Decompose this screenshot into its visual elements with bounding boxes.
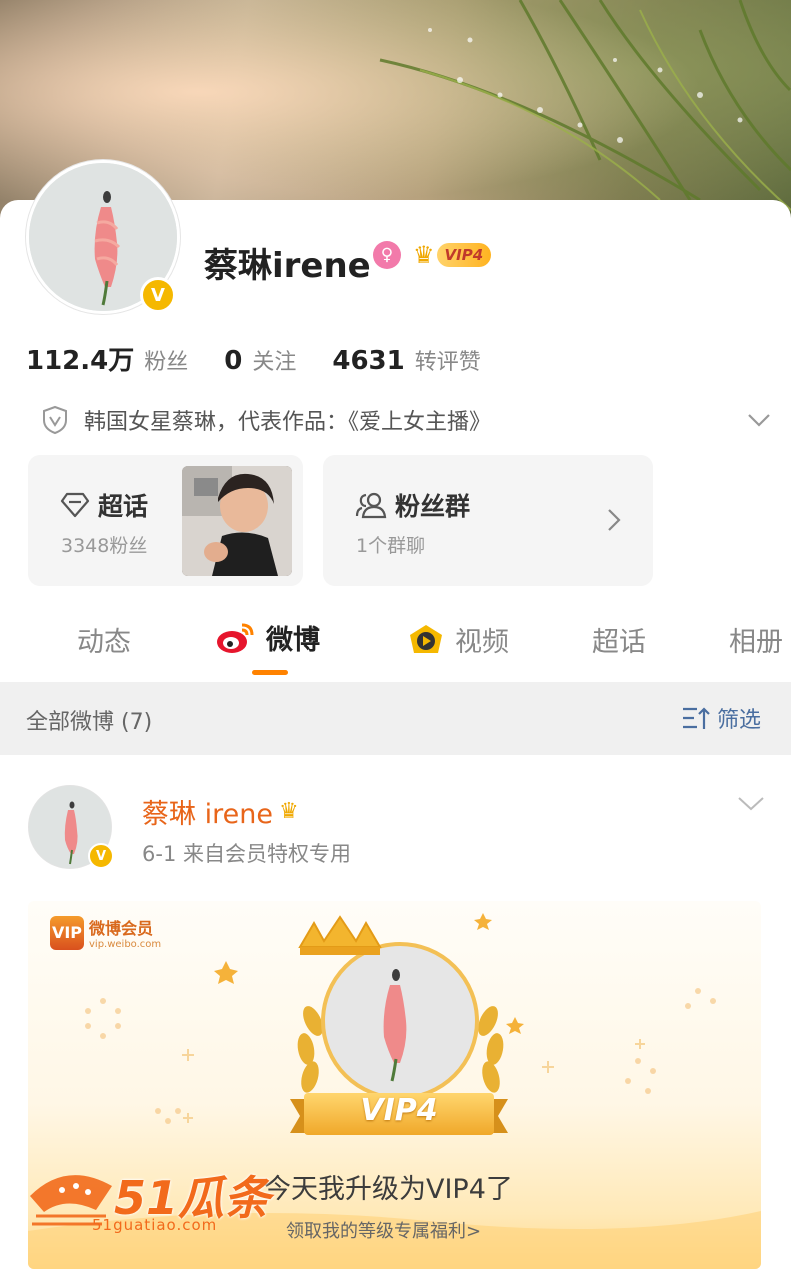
stat-interactions[interactable]: 4631 转评赞 bbox=[332, 344, 480, 376]
weibo-logo-icon bbox=[217, 623, 254, 653]
tab-label: 视频 bbox=[455, 627, 509, 658]
fan-group-count: 1个群聊 bbox=[356, 535, 426, 557]
tab-label: 微博 bbox=[266, 625, 320, 656]
stat-value: 112.4万 bbox=[26, 346, 135, 376]
site-watermark: 51瓜条 51guatiao.com bbox=[26, 1162, 276, 1242]
post-meta: 6-1 来自会员特权专用 bbox=[142, 842, 351, 866]
verified-badge: V bbox=[88, 843, 114, 869]
fan-group-tile[interactable]: 粉丝群 1个群聊 bbox=[323, 455, 653, 586]
vip-level-text: VIP4 bbox=[436, 243, 492, 267]
vip-level-badge[interactable]: ♛ VIP4 bbox=[413, 240, 492, 270]
stat-label: 关注 bbox=[252, 350, 297, 375]
tab-label: 超话 bbox=[592, 627, 646, 658]
chevron-down-icon[interactable] bbox=[746, 407, 772, 433]
bio-text: 韩国女星蔡琳，代表作品：《爱上女主播》 bbox=[84, 410, 492, 435]
profile-stats: 112.4万 粉丝 0 关注 4631 转评赞 bbox=[26, 340, 517, 380]
crown-icon: ♛ bbox=[413, 241, 435, 269]
fan-group-title: 粉丝群 bbox=[355, 487, 470, 523]
active-tab-indicator bbox=[252, 670, 288, 675]
filter-button[interactable]: 筛选 bbox=[681, 702, 761, 734]
profile-tabs: 动态 微博 视频 超话 相册 bbox=[0, 606, 791, 682]
super-topic-title: 超话 bbox=[60, 487, 148, 523]
super-topic-label: 超话 bbox=[98, 492, 149, 521]
stat-label: 粉丝 bbox=[144, 350, 189, 375]
super-topic-photo[interactable] bbox=[182, 466, 292, 576]
benefit-link[interactable]: 领取我的等级专属福利> bbox=[286, 1217, 481, 1243]
tab-weibo[interactable]: 微博 bbox=[216, 618, 320, 657]
tab-feed[interactable]: 动态 bbox=[77, 620, 131, 659]
post-menu-chevron-icon[interactable] bbox=[737, 792, 765, 816]
tab-album[interactable]: 相册 bbox=[729, 620, 783, 659]
tab-super-topic[interactable]: 超话 bbox=[592, 620, 646, 659]
profile-name: 蔡琳irene bbox=[204, 246, 371, 286]
tab-video[interactable]: 视频 bbox=[407, 620, 509, 659]
filter-bar: 全部微博 (7) 筛选 bbox=[0, 682, 791, 755]
upgrade-headline: 今天我升级为VIP4了 bbox=[264, 1174, 513, 1205]
super-topic-tile[interactable]: 超话 3348粉丝 bbox=[28, 455, 303, 586]
tab-label: 动态 bbox=[77, 627, 131, 658]
author-name-text: 蔡琳 irene bbox=[142, 799, 273, 830]
tab-label: 相册 bbox=[729, 627, 783, 658]
fan-group-label: 粉丝群 bbox=[395, 492, 471, 521]
profile-bio[interactable]: 韩国女星蔡琳，代表作品：《爱上女主播》 bbox=[42, 400, 772, 440]
stat-followers[interactable]: 112.4万 粉丝 bbox=[26, 340, 188, 377]
watermark-url: 51guatiao.com bbox=[92, 1216, 218, 1234]
female-gender-icon: ♀ bbox=[373, 241, 401, 269]
stat-value: 4631 bbox=[332, 346, 405, 376]
filter-icon bbox=[682, 707, 710, 729]
filter-label: 筛选 bbox=[716, 708, 761, 733]
diamond-icon bbox=[60, 492, 90, 518]
person-photo bbox=[182, 466, 292, 576]
vip-ribbon-text: VIP4 bbox=[360, 1093, 438, 1128]
super-topic-fans: 3348粉丝 bbox=[61, 535, 148, 557]
chevron-right-icon bbox=[608, 509, 621, 531]
video-play-icon bbox=[410, 624, 442, 653]
vip-crown-icon: ♛ bbox=[278, 799, 299, 824]
post-author-name[interactable]: 蔡琳 irene ♛ bbox=[142, 792, 299, 831]
stat-value: 0 bbox=[224, 346, 243, 376]
verified-badge: V bbox=[140, 277, 176, 313]
stat-label: 转评赞 bbox=[414, 350, 481, 375]
verified-shield-icon bbox=[43, 405, 67, 435]
all-posts-count[interactable]: 全部微博 (7) bbox=[26, 704, 152, 736]
group-people-icon bbox=[355, 492, 387, 519]
stat-following[interactable]: 0 关注 bbox=[224, 344, 296, 376]
